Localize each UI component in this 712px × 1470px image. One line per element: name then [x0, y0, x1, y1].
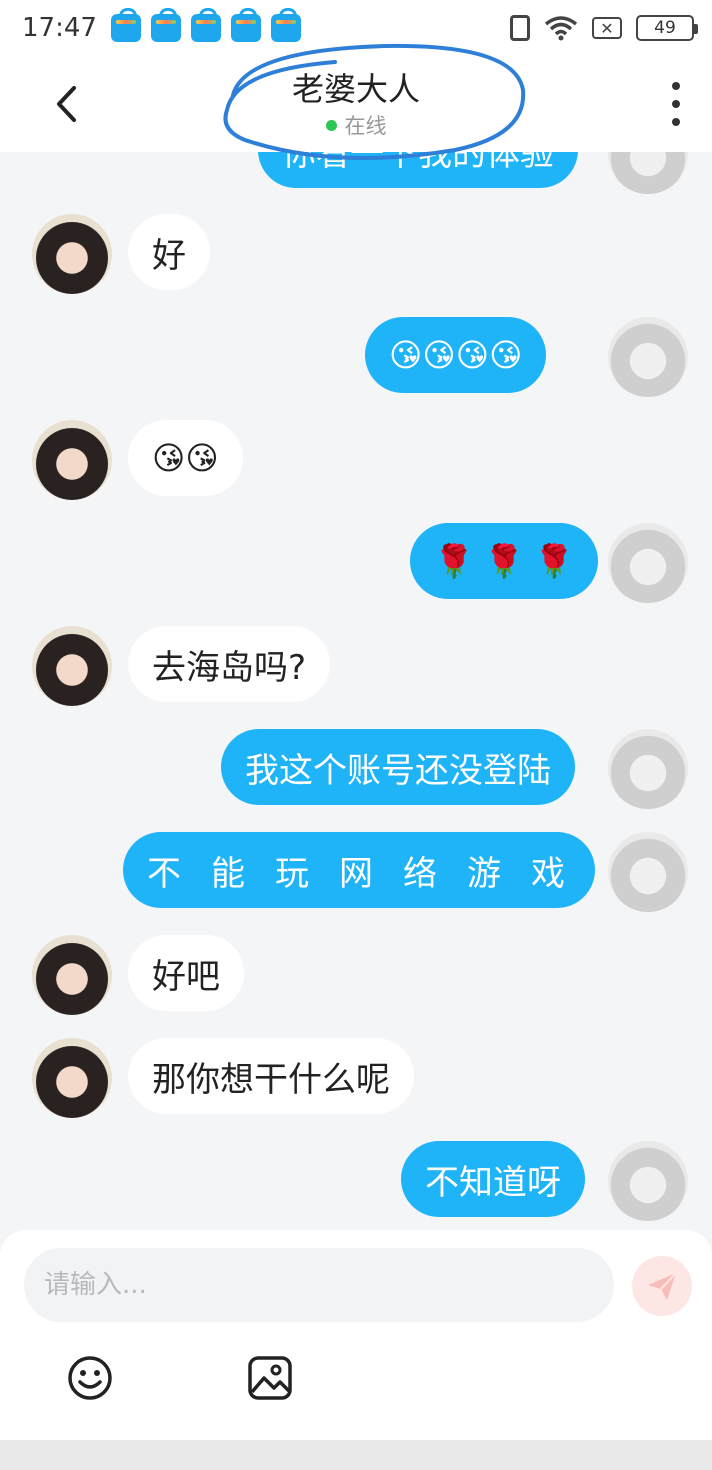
my-avatar: [608, 832, 688, 912]
my-avatar: [608, 523, 688, 603]
system-nav-bar: [0, 1440, 712, 1470]
vibrate-icon: [510, 15, 530, 41]
app-bag-icon: [110, 8, 141, 42]
app-bag-icon: [270, 8, 301, 42]
message-bubble-sent: 你看一下我的体验: [258, 152, 578, 188]
online-status: 在线: [0, 110, 712, 140]
contact-avatar: [32, 1038, 112, 1118]
contact-avatar: [32, 214, 112, 294]
battery-icon: 49: [636, 15, 698, 41]
contact-avatar: [32, 626, 112, 706]
message-bubble-sent: 🌹 🌹 🌹: [410, 523, 598, 599]
message-bubble-sent: 不能玩网络游戏: [123, 832, 595, 908]
contact-name: 老婆大人: [291, 70, 420, 108]
dot-icon: [672, 118, 680, 126]
status-time: 17:47: [22, 13, 97, 43]
dot-icon: [672, 100, 680, 108]
message-bubble-sent: 我这个账号还没登陆: [221, 729, 575, 805]
more-options-button[interactable]: [666, 82, 686, 126]
image-icon: [248, 1356, 292, 1400]
contact-avatar: [32, 420, 112, 500]
my-avatar: [608, 152, 688, 194]
emoji-button[interactable]: [66, 1354, 114, 1402]
online-dot-icon: [325, 119, 337, 131]
paper-plane-icon: [648, 1272, 677, 1300]
image-button[interactable]: [246, 1354, 294, 1402]
my-avatar: [608, 1141, 688, 1221]
message-bubble-received: 好: [128, 214, 210, 290]
message-input[interactable]: [24, 1248, 614, 1322]
no-sim-icon: ✕: [592, 17, 622, 39]
chat-header: 老婆大人 在线: [0, 56, 712, 152]
message-bubble-received: 😘😘: [128, 420, 243, 496]
message-bubble-received: 好吧: [128, 935, 244, 1011]
message-bubble-received: 去海岛吗?: [128, 626, 331, 702]
status-bar: 17:47 ✕ 49: [0, 0, 712, 56]
my-avatar: [608, 317, 688, 397]
app-bag-icon: [190, 8, 221, 42]
message-bubble-sent: 不知道呀: [401, 1141, 585, 1217]
message-bubble-received: 那你想干什么呢: [128, 1038, 414, 1114]
app-bag-icon: [150, 8, 181, 42]
message-list[interactable]: 你看一下我的体验 好 😘😘😘😘 😘😘 🌹 🌹 🌹 去海岛吗? 我这个账号还没登陆…: [0, 152, 712, 1230]
status-indicators: ✕ 49: [510, 15, 698, 41]
app-bag-icon: [230, 8, 261, 42]
contact-avatar: [32, 935, 112, 1015]
message-bubble-sent: 😘😘😘😘: [365, 317, 547, 393]
composer: [0, 1230, 712, 1440]
dot-icon: [672, 82, 680, 90]
online-status-label: 在线: [344, 114, 387, 138]
wifi-icon: [544, 16, 578, 41]
smiley-icon: [68, 1356, 112, 1400]
my-avatar: [608, 729, 688, 809]
send-button[interactable]: [632, 1256, 692, 1316]
